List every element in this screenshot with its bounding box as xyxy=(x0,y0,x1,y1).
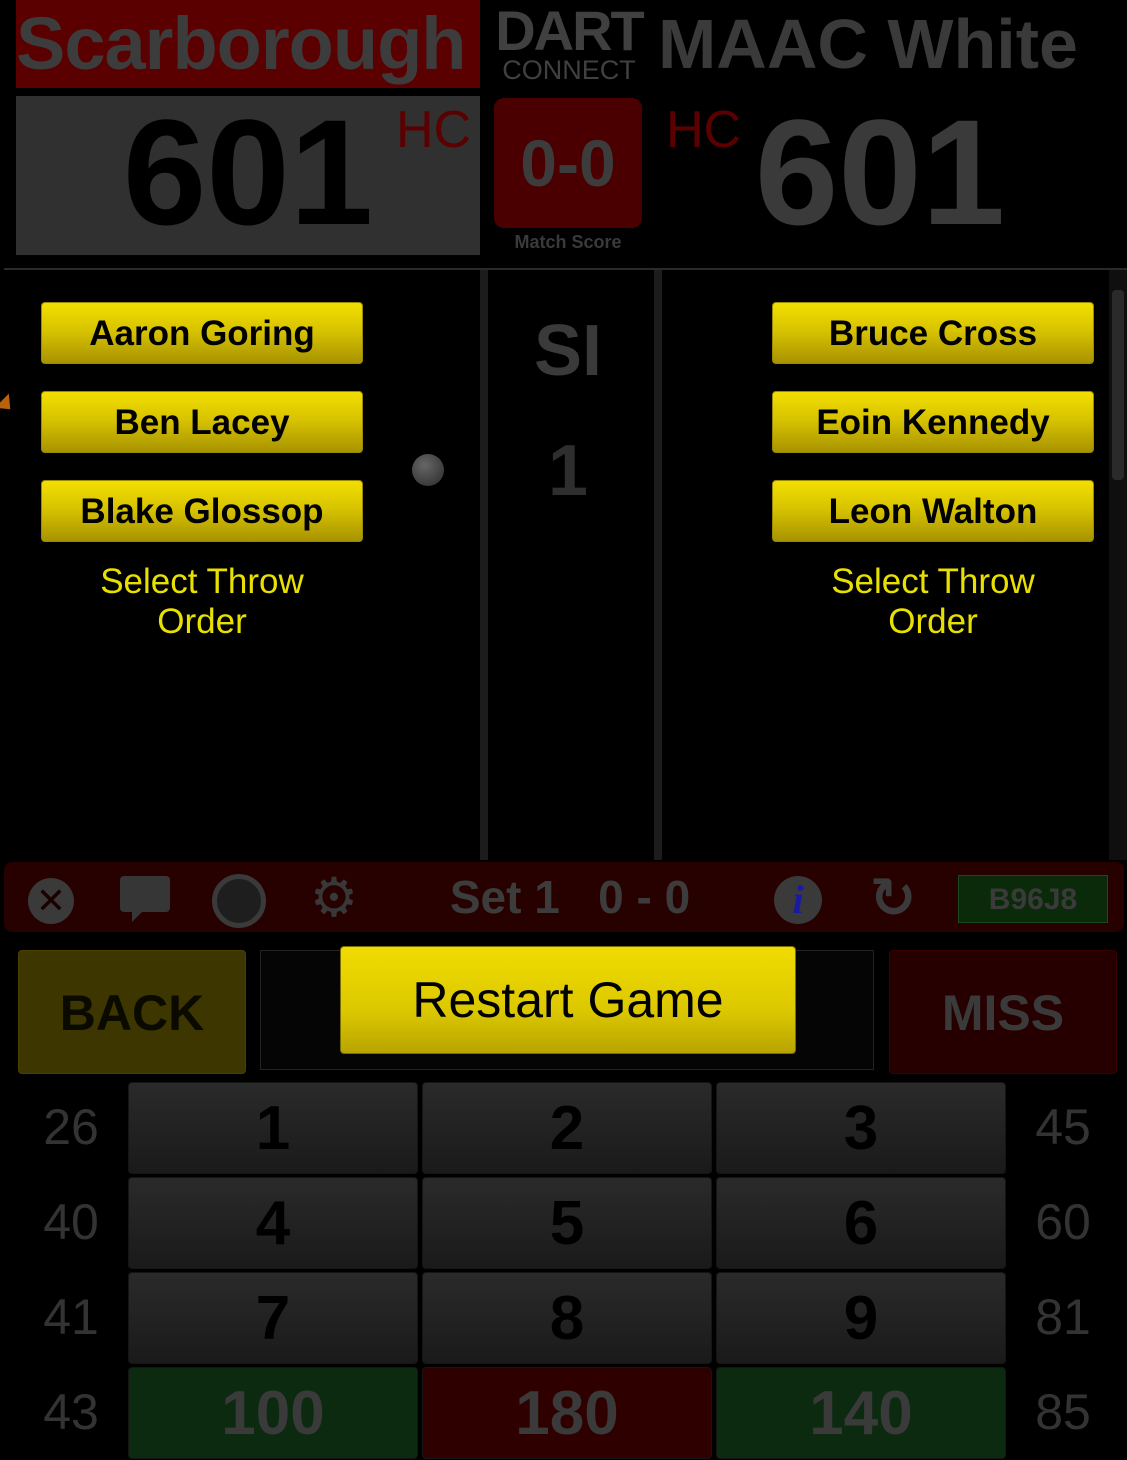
keypad-key-2[interactable]: 2 xyxy=(422,1082,712,1174)
match-code-badge: B96J8 xyxy=(958,875,1108,923)
restart-game-button[interactable]: Restart Game xyxy=(340,946,796,1054)
keypad-key-4[interactable]: 4 xyxy=(128,1177,418,1269)
logo-dart-text: DART xyxy=(495,0,645,62)
quick-score-81[interactable]: 81 xyxy=(1008,1288,1118,1346)
home-player-2-button[interactable]: Ben Lacey xyxy=(41,391,363,453)
quick-score-43[interactable]: 43 xyxy=(16,1383,126,1441)
keypad-key-100[interactable]: 100 xyxy=(128,1367,418,1459)
away-throw-order-label: Select Throw Order xyxy=(772,562,1094,642)
set-score-label: Set 1 0 - 0 xyxy=(449,871,691,923)
dartconnect-logo: DART CONNECT xyxy=(494,0,645,85)
close-icon[interactable]: ✕ xyxy=(28,878,74,924)
si-label: SI xyxy=(533,311,603,391)
quick-score-40[interactable]: 40 xyxy=(16,1193,126,1251)
header-divider xyxy=(4,268,1127,270)
keypad-key-9[interactable]: 9 xyxy=(716,1272,1006,1364)
pointer-arrow-icon xyxy=(0,393,18,417)
right-column-divider xyxy=(654,270,662,860)
gear-icon[interactable]: ⚙ xyxy=(306,866,362,930)
chat-icon[interactable] xyxy=(120,876,170,912)
back-button[interactable]: BACK xyxy=(18,950,246,1074)
miss-button[interactable]: MISS xyxy=(889,950,1117,1074)
keypad-key-3[interactable]: 3 xyxy=(716,1082,1006,1174)
keypad-key-7[interactable]: 7 xyxy=(128,1272,418,1364)
quick-score-60[interactable]: 60 xyxy=(1008,1193,1118,1251)
keypad-key-180[interactable]: 180 xyxy=(422,1367,712,1459)
home-throw-order-line1: Select Throw xyxy=(100,562,304,601)
keypad-key-140[interactable]: 140 xyxy=(716,1367,1006,1459)
quick-score-85[interactable]: 85 xyxy=(1008,1383,1118,1441)
keypad-key-1[interactable]: 1 xyxy=(128,1082,418,1174)
away-player-2-button[interactable]: Eoin Kennedy xyxy=(772,391,1094,453)
away-score: 601 xyxy=(754,88,1006,256)
record-icon[interactable] xyxy=(212,874,266,928)
keypad-key-6[interactable]: 6 xyxy=(716,1177,1006,1269)
throw-indicator-dot xyxy=(412,454,444,486)
quick-score-26[interactable]: 26 xyxy=(16,1098,126,1156)
logo-connect-text: CONNECT xyxy=(502,55,636,85)
home-player-1-button[interactable]: Aaron Goring xyxy=(41,302,363,364)
left-column-divider xyxy=(480,270,488,860)
away-throw-order-line2: Order xyxy=(888,602,978,641)
away-team-name: MAAC White xyxy=(658,5,1078,83)
away-player-3-button[interactable]: Leon Walton xyxy=(772,480,1094,542)
away-player-1-button[interactable]: Bruce Cross xyxy=(772,302,1094,364)
match-score-label: Match Score xyxy=(514,232,622,252)
info-icon[interactable]: i xyxy=(774,876,822,924)
away-throw-order-line1: Select Throw xyxy=(831,562,1035,601)
home-throw-order-line2: Order xyxy=(157,602,247,641)
quick-score-45[interactable]: 45 xyxy=(1008,1098,1118,1156)
home-throw-order-label: Select Throw Order xyxy=(41,562,363,642)
home-team-name: Scarborough xyxy=(16,0,480,88)
players-scrollbar-thumb[interactable] xyxy=(1112,290,1124,480)
quick-score-41[interactable]: 41 xyxy=(16,1288,126,1346)
keypad-key-5[interactable]: 5 xyxy=(422,1177,712,1269)
refresh-icon[interactable]: ↻ xyxy=(864,866,922,930)
si-value: 1 xyxy=(547,431,589,511)
home-player-3-button[interactable]: Blake Glossop xyxy=(41,480,363,542)
home-handicap-label: HC xyxy=(396,101,472,159)
away-handicap-label: HC xyxy=(666,101,742,159)
match-score: 0-0 xyxy=(494,98,642,228)
chat-icon-tail xyxy=(132,910,144,922)
keypad-key-8[interactable]: 8 xyxy=(422,1272,712,1364)
